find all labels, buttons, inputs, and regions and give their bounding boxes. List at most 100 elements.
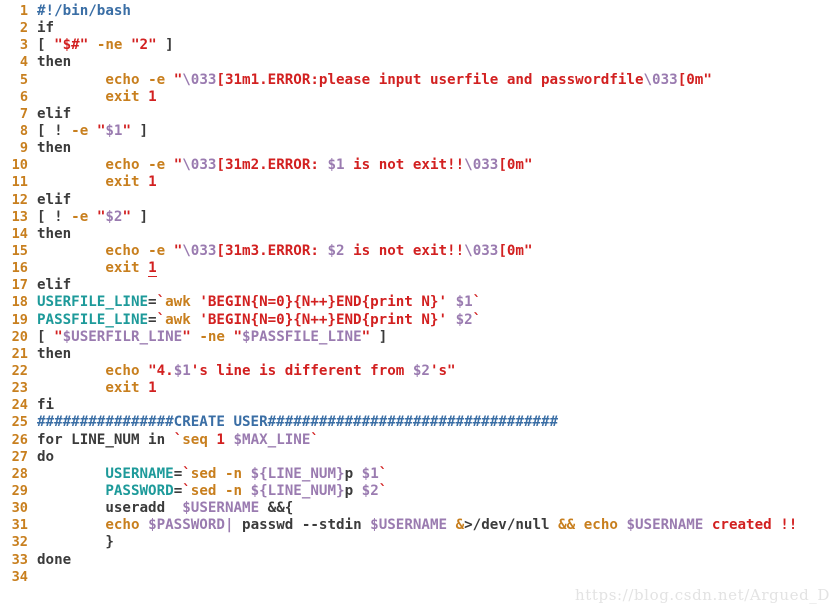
code-line[interactable]: 28 USERNAME=`sed -n ${LINE_NUM}p $1` [0, 466, 838, 483]
code-line[interactable]: 19 PASSFILE_LINE=`awk 'BEGIN{N=0}{N++}END… [0, 312, 838, 329]
code-line[interactable]: 10 echo -e "\033[31m2.ERROR: $1 is not e… [0, 157, 838, 174]
code-line[interactable]: 5 echo -e "\033[31m1.ERROR:please input … [0, 72, 838, 89]
code-line-content[interactable]: then [28, 54, 838, 71]
code-line[interactable]: 7 elif [0, 106, 838, 123]
line-number: 22 [11, 362, 28, 379]
code-line-content[interactable]: done [28, 552, 838, 569]
code-line-content[interactable]: } [28, 534, 838, 551]
code-token: $1 [361, 465, 379, 482]
code-line-content[interactable]: PASSFILE_LINE=`awk 'BEGIN{N=0}{N++}END{p… [28, 312, 838, 329]
code-line[interactable]: 14 then [0, 226, 838, 243]
code-line[interactable]: 1 #!/bin/bash [0, 3, 838, 20]
line-number: 14 [11, 225, 28, 242]
code-line[interactable]: 20[ "$USERFILR_LINE" -ne "$PASSFILE_LINE… [0, 329, 838, 346]
code-token: echo [105, 362, 140, 379]
code-line[interactable]: 9 then [0, 140, 838, 157]
code-line[interactable]: 4 then [0, 54, 838, 71]
code-token: & [455, 517, 465, 534]
code-line-content[interactable]: do [28, 449, 838, 466]
code-line[interactable]: 3[ "$#" -ne "2" ] [0, 37, 838, 54]
line-number: 18 [11, 294, 28, 311]
code-line-content[interactable]: [ "$#" -ne "2" ] [28, 37, 838, 54]
code-line-content[interactable]: echo -e "\033[31m1.ERROR:please input us… [28, 72, 838, 89]
code-token: [31m2.ERROR: [216, 157, 328, 174]
code-token: ` [310, 431, 319, 448]
line-number: 1 [19, 3, 28, 19]
code-line[interactable]: 2 if [0, 20, 838, 37]
code-token: \033 [464, 242, 499, 259]
code-line-content[interactable]: elif [28, 192, 838, 209]
code-line-content[interactable]: exit 1 [28, 174, 838, 191]
code-line-content[interactable]: echo $PASSWORD| passwd --stdin $USERNAME… [28, 517, 838, 534]
code-line[interactable]: 27 do [0, 449, 838, 466]
code-viewer[interactable]: 1 #!/bin/bash 2 if 3[ "$#" -ne "2" ] 4 then 5 e… [0, 0, 838, 616]
code-line[interactable]: 8[ ! -e "$1" ] [0, 123, 838, 140]
line-number: 3 [19, 37, 28, 54]
code-token: >/dev/null [464, 517, 550, 534]
code-token: " [130, 37, 140, 54]
code-line[interactable]: 13[ ! -e "$2" ] [0, 209, 838, 226]
code-line[interactable]: 26 for LINE_NUM in `seq 1 $MAX_LINE` [0, 432, 838, 449]
code-line[interactable]: 23 exit 1 [0, 380, 838, 397]
code-line-content[interactable]: for LINE_NUM in `seq 1 $MAX_LINE` [28, 432, 838, 449]
code-line-content[interactable]: echo -e "\033[31m3.ERROR: $2 is not exit… [28, 243, 838, 260]
code-line[interactable]: 22 echo "4.$1's line is different from $… [0, 363, 838, 380]
code-line[interactable]: 21 then [0, 346, 838, 363]
code-line-content[interactable]: echo -e "\033[31m2.ERROR: $1 is not exit… [28, 157, 838, 174]
code-line[interactable]: 17 elif [0, 277, 838, 294]
code-token: $USERNAME [626, 517, 704, 534]
code-token: " [148, 37, 157, 54]
code-line-content[interactable]: USERNAME=`sed -n ${LINE_NUM}p $1` [28, 466, 838, 483]
code-line-content[interactable]: [ "$USERFILR_LINE" -ne "$PASSFILE_LINE" … [28, 329, 838, 346]
line-number: 23 [11, 380, 28, 397]
code-line-content[interactable]: [ ! -e "$2" ] [28, 209, 838, 226]
code-token: $1 [105, 122, 123, 139]
code-line[interactable]: 25 ################CREATE USER###########… [0, 414, 838, 431]
code-line-content[interactable]: elif [28, 106, 838, 123]
code-line[interactable]: 6 exit 1 [0, 89, 838, 106]
code-line[interactable]: 24 fi [0, 397, 838, 414]
code-line-content[interactable]: useradd $USERNAME &&{ [28, 500, 838, 517]
code-token: elif [37, 105, 72, 122]
code-line-content[interactable]: USERFILE_LINE=`awk 'BEGIN{N=0}{N++}END{p… [28, 294, 838, 311]
code-line[interactable]: 33 done [0, 552, 838, 569]
code-line-content[interactable]: fi [28, 397, 838, 414]
code-line-content[interactable]: then [28, 226, 838, 243]
code-token: ${LINE_NUM} [250, 482, 345, 499]
code-line-content[interactable]: echo "4.$1's line is different from $2's… [28, 363, 838, 380]
code-line-content[interactable]: then [28, 140, 838, 157]
code-line[interactable]: 30 useradd $USERNAME &&{ [0, 500, 838, 517]
code-token: -e [71, 122, 89, 139]
code-token: " [54, 328, 63, 345]
code-line[interactable]: 31 echo $PASSWORD| passwd --stdin $USERN… [0, 517, 838, 534]
code-line-content[interactable]: exit 1 [28, 380, 838, 397]
code-line-content[interactable]: if [28, 20, 838, 37]
code-token: ################CREATE USER#############… [37, 414, 559, 431]
code-line[interactable]: 11 exit 1 [0, 174, 838, 191]
code-line-content[interactable]: exit 1 [28, 260, 838, 278]
code-line[interactable]: 12 elif [0, 192, 838, 209]
code-line[interactable]: 32 } [0, 534, 838, 551]
code-line-content[interactable]: [ ! -e "$1" ] [28, 123, 838, 140]
code-line-content[interactable]: exit 1 [28, 89, 838, 106]
code-line[interactable]: 16 exit 1 [0, 260, 838, 278]
code-token: } [105, 534, 114, 551]
code-line-content[interactable]: then [28, 346, 838, 363]
code-line-content[interactable]: #!/bin/bash [28, 3, 838, 20]
line-number: 4 [19, 54, 28, 71]
code-line[interactable]: 34 [0, 569, 838, 586]
code-line[interactable]: 15 echo -e "\033[31m3.ERROR: $2 is not e… [0, 243, 838, 260]
code-line-content[interactable]: ################CREATE USER#############… [28, 414, 838, 431]
code-token: $2 [327, 242, 345, 259]
code-token: ` [472, 294, 482, 311]
code-line[interactable]: 29 PASSWORD=`sed -n ${LINE_NUM}p $2` [0, 483, 838, 500]
code-line-content[interactable]: PASSWORD=`sed -n ${LINE_NUM}p $2` [28, 483, 838, 500]
code-token: = [148, 294, 157, 311]
code-token: [0m [498, 157, 524, 174]
code-line-content[interactable]: elif [28, 277, 838, 294]
code-line[interactable]: 18 USERFILE_LINE=`awk 'BEGIN{N=0}{N++}END… [0, 294, 838, 311]
